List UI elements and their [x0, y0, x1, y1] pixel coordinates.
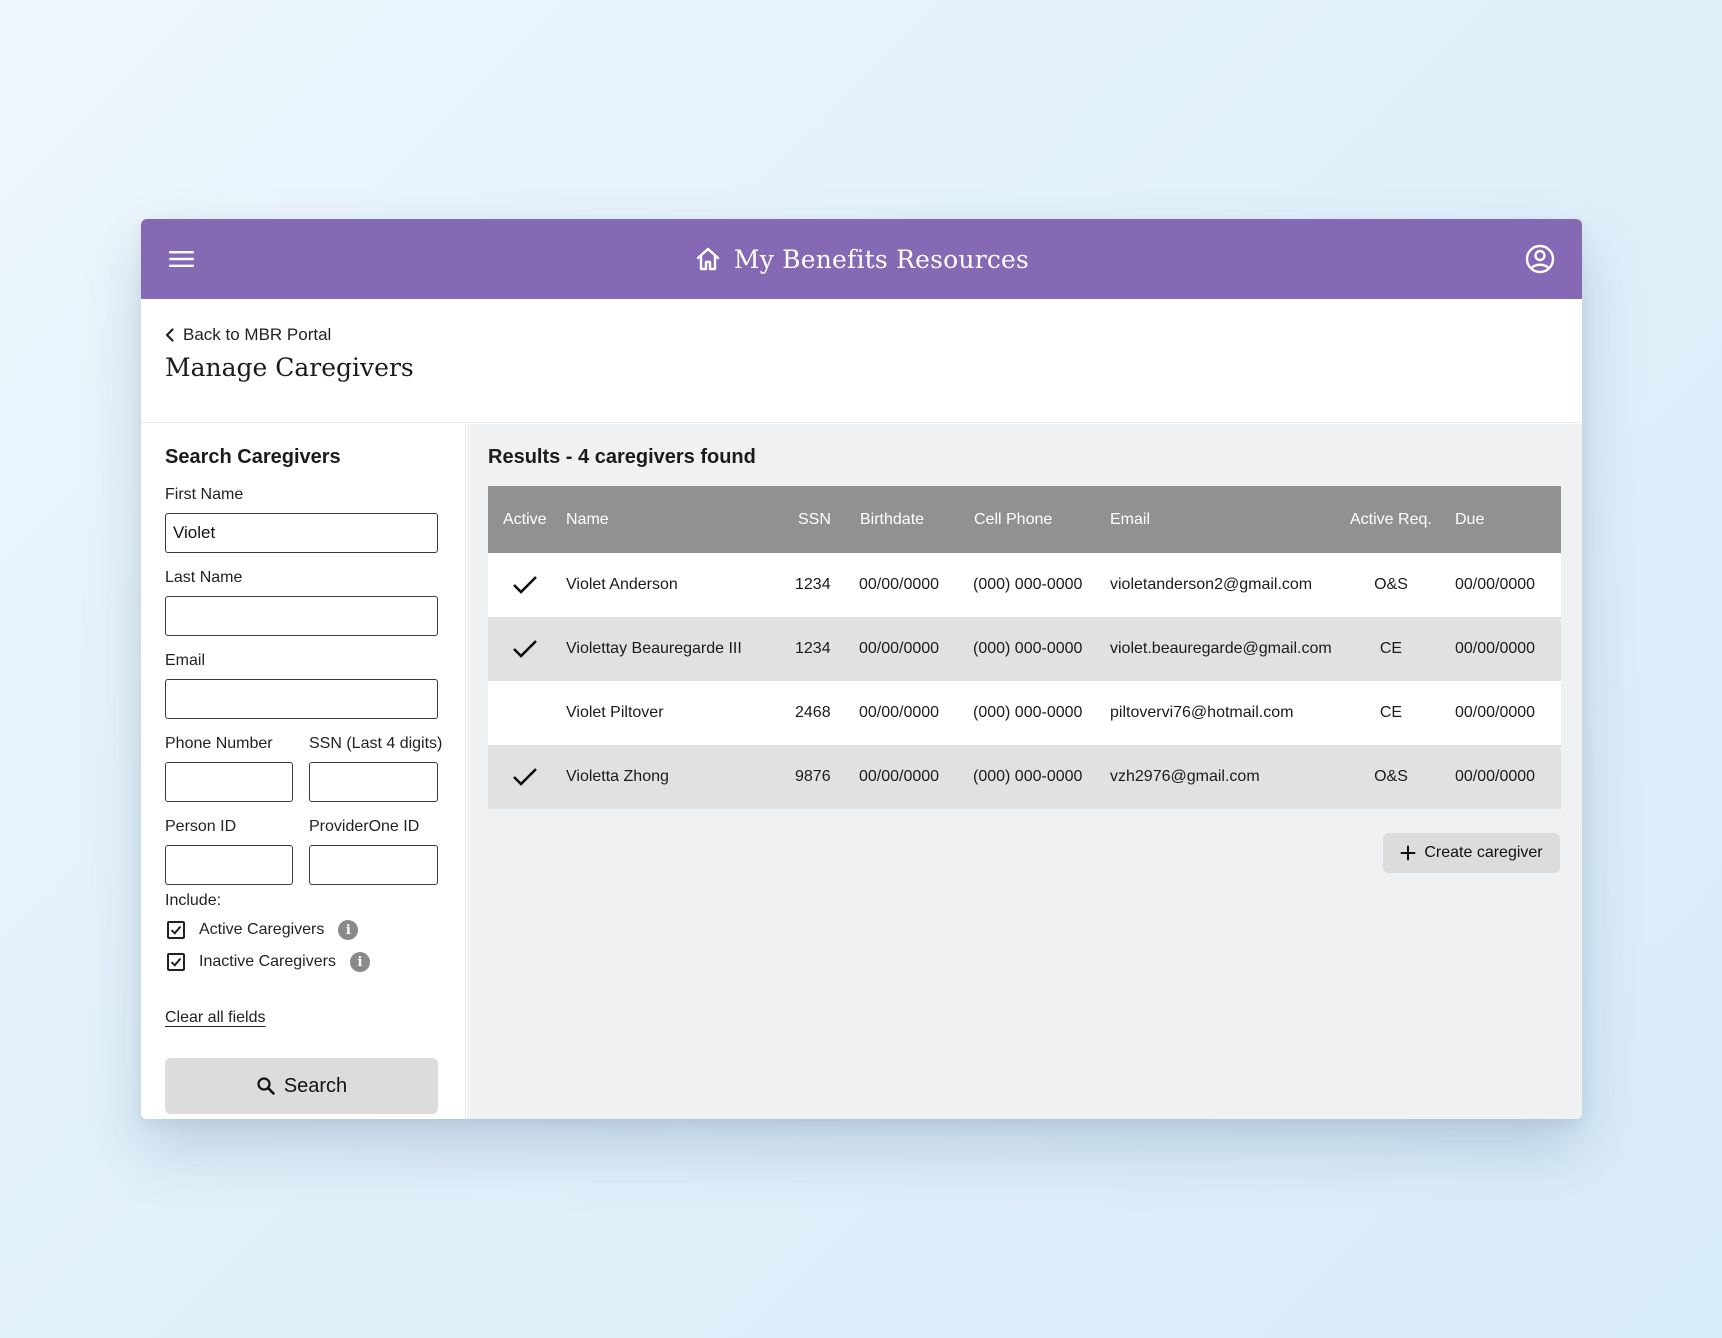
caregiver-active-req: CE [1379, 704, 1403, 721]
include-active-checkbox[interactable]: Active Caregivers i [167, 920, 359, 940]
brand: My Benefits Resources [141, 219, 1582, 299]
include-inactive-label: Inactive Caregivers [199, 953, 336, 970]
active-check-icon [512, 553, 538, 617]
column-header-email[interactable]: Email [1110, 486, 1150, 553]
caregiver-name[interactable]: Violet Anderson [566, 553, 678, 617]
email-label: Email [165, 652, 206, 669]
user-account-icon[interactable] [1524, 243, 1556, 275]
caregiver-cell-phone: (000) 000-0000 [973, 768, 1083, 785]
caregiver-cell-phone: (000) 000-0000 [973, 640, 1083, 657]
column-header-cell-phone[interactable]: Cell Phone [974, 486, 1052, 553]
column-header-ssn[interactable]: SSN [798, 486, 831, 553]
search-button-label: Search [283, 1074, 348, 1097]
ssn-input[interactable] [309, 762, 438, 802]
table-row[interactable]: Violet Piltover 2468 00/00/0000 (000) 00… [488, 681, 1561, 745]
results-table: Active Name SSN Birthdate Cell Phone Ema… [488, 486, 1561, 809]
page-title: Manage Caregivers [165, 353, 414, 382]
caregiver-email: vzh2976@gmail.com [1110, 768, 1260, 785]
caregiver-due: 00/00/0000 [1455, 768, 1536, 785]
caregiver-name[interactable]: Violettay Beauregarde III [566, 617, 742, 681]
table-header: Active Name SSN Birthdate Cell Phone Ema… [488, 486, 1561, 553]
caregiver-active-req: CE [1379, 640, 1403, 657]
caregiver-due: 00/00/0000 [1455, 704, 1536, 721]
search-panel-title: Search Caregivers [165, 446, 341, 468]
back-link-label: Back to MBR Portal [183, 325, 332, 344]
caregiver-ssn: 9876 [795, 768, 831, 785]
table-row[interactable]: Violettay Beauregarde III 1234 00/00/000… [488, 617, 1561, 681]
phone-number-input[interactable] [165, 762, 293, 802]
create-caregiver-button[interactable]: Create caregiver [1383, 833, 1560, 873]
email-input[interactable] [165, 679, 438, 719]
caregiver-cell-phone: (000) 000-0000 [973, 704, 1083, 721]
column-header-birthdate[interactable]: Birthdate [860, 486, 924, 553]
search-panel: Search Caregivers First Name Last Name E… [141, 424, 466, 1119]
results-title: Results - 4 caregivers found [488, 446, 756, 468]
column-header-name[interactable]: Name [566, 486, 609, 553]
column-header-active[interactable]: Active [503, 486, 547, 553]
caregiver-active-req: O&S [1374, 768, 1408, 785]
create-caregiver-label: Create caregiver [1424, 844, 1543, 861]
first-name-label: First Name [165, 486, 244, 503]
caregiver-birthdate: 00/00/0000 [859, 640, 940, 657]
info-icon[interactable]: i [338, 920, 359, 940]
include-label: Include: [165, 892, 222, 909]
page-header: Back to MBR Portal Manage Caregivers [141, 299, 1582, 423]
table-row[interactable]: Violetta Zhong 9876 00/00/0000 (000) 000… [488, 745, 1561, 809]
caregiver-ssn: 1234 [795, 576, 831, 593]
clear-all-fields-link[interactable]: Clear all fields [165, 1009, 265, 1027]
caregiver-cell-phone: (000) 000-0000 [973, 576, 1083, 593]
chevron-left-icon [165, 328, 175, 342]
include-active-label: Active Caregivers [199, 921, 325, 938]
caregiver-birthdate: 00/00/0000 [859, 576, 940, 593]
top-navigation-bar: My Benefits Resources [141, 219, 1582, 299]
search-icon [256, 1076, 276, 1096]
caregiver-email: violet.beauregarde@gmail.com [1110, 640, 1332, 657]
phone-number-label: Phone Number [165, 735, 273, 752]
caregiver-birthdate: 00/00/0000 [859, 704, 940, 721]
active-check-icon [512, 745, 538, 809]
first-name-input[interactable] [165, 513, 438, 553]
caregiver-name[interactable]: Violetta Zhong [566, 745, 669, 809]
caregiver-due: 00/00/0000 [1455, 640, 1536, 657]
ssn-label: SSN (Last 4 digits) [309, 735, 443, 752]
column-header-active-req[interactable]: Active Req. [1350, 486, 1432, 553]
checkbox-checked-icon[interactable] [167, 953, 185, 971]
caregiver-email: piltovervi76@hotmail.com [1110, 704, 1294, 721]
caregiver-name[interactable]: Violet Piltover [566, 681, 664, 745]
caregiver-active-req: O&S [1374, 576, 1408, 593]
providerone-id-input[interactable] [309, 845, 438, 885]
info-icon[interactable]: i [349, 952, 370, 972]
caregiver-ssn: 2468 [795, 704, 831, 721]
column-header-due[interactable]: Due [1455, 486, 1484, 553]
checkbox-checked-icon[interactable] [167, 921, 185, 939]
person-id-label: Person ID [165, 818, 237, 835]
app-window: My Benefits Resources Back to MBR Portal… [141, 219, 1582, 1119]
include-inactive-checkbox[interactable]: Inactive Caregivers i [167, 952, 370, 972]
caregiver-due: 00/00/0000 [1455, 576, 1536, 593]
active-check-icon [512, 617, 538, 681]
caregiver-birthdate: 00/00/0000 [859, 768, 940, 785]
plus-icon [1400, 845, 1416, 861]
search-button[interactable]: Search [165, 1058, 438, 1114]
last-name-label: Last Name [165, 569, 243, 586]
caregiver-ssn: 1234 [795, 640, 831, 657]
caregiver-email: violetanderson2@gmail.com [1110, 576, 1313, 593]
person-id-input[interactable] [165, 845, 293, 885]
back-link[interactable]: Back to MBR Portal [165, 325, 331, 345]
providerone-id-label: ProviderOne ID [309, 818, 420, 835]
table-row[interactable]: Violet Anderson 1234 00/00/0000 (000) 00… [488, 553, 1561, 617]
last-name-input[interactable] [165, 596, 438, 636]
app-title[interactable]: My Benefits Resources [734, 245, 1029, 274]
home-icon[interactable] [694, 245, 722, 273]
results-panel: Results - 4 caregivers found Active Name… [467, 424, 1582, 1119]
